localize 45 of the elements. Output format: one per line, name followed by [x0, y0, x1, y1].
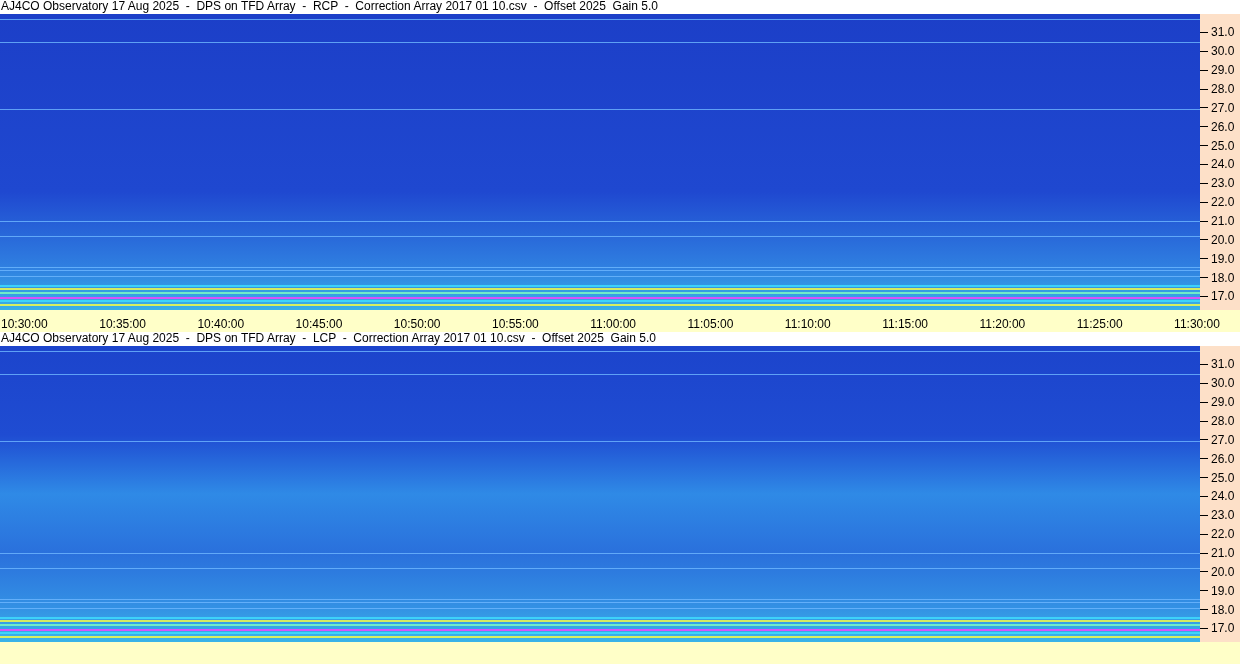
axis-label: 17.0	[1211, 621, 1235, 636]
axis-label: 29.0	[1211, 63, 1235, 78]
axis-label: 11:30:00	[1174, 317, 1220, 331]
chart-title: AJ4CO Observatory 17 Aug 2025 - DPS on TFD Array - LCP - Correction Array 2017 01 10.csv - Offset 2025 Gain 5.0	[0, 332, 1240, 346]
axis-label: 27.0	[1211, 100, 1235, 115]
axis-label: 19.0	[1211, 583, 1235, 598]
axis-label: 11:05:00	[687, 317, 734, 331]
axis-label: 30.0	[1211, 376, 1235, 391]
axis-label: 29.0	[1211, 395, 1235, 410]
axis-label: 18.0	[1211, 270, 1235, 285]
axis-label: 11:10:00	[784, 317, 831, 331]
axis-label: 22.0	[1211, 527, 1235, 542]
axis-label: 20.0	[1211, 232, 1235, 247]
axis-label: 19.0	[1211, 251, 1235, 266]
axis-label: 10:35:00	[99, 317, 146, 331]
axis-label: 28.0	[1211, 82, 1235, 96]
axis-label: 10:50:00	[393, 317, 441, 331]
axis-label: 25.0	[1211, 138, 1235, 153]
axis-label: 10:55:00	[492, 317, 539, 331]
axis-label: 21.0	[1211, 546, 1235, 560]
axis-label: 25.0	[1211, 470, 1235, 485]
axis-label: 11:25:00	[1076, 317, 1123, 331]
axis-label: 24.0	[1211, 157, 1235, 172]
chart-title: AJ4CO Observatory 17 Aug 2025 - DPS on TFD Array - RCP - Correction Array 2017 01 10.csv - Offset 2025 Gain 5.0	[0, 0, 1240, 14]
axis-label: 23.0	[1211, 176, 1235, 191]
axis-label: 11:15:00	[882, 317, 928, 331]
axis-label: 22.0	[1211, 195, 1235, 210]
axis-label: 20.0	[1211, 564, 1235, 579]
axis-label: 23.0	[1211, 508, 1235, 523]
axis-label: 24.0	[1211, 489, 1235, 504]
axis-label: 28.0	[1211, 414, 1235, 428]
axis-label: 31.0	[1211, 25, 1235, 40]
axis-label: 11:00:00	[590, 317, 637, 331]
axis-label: 10:30:00	[1, 317, 48, 331]
axis-label: 31.0	[1211, 357, 1235, 372]
axis-label: 10:40:00	[197, 317, 245, 331]
axis-label: 11:20:00	[979, 317, 1026, 331]
axis-label: 26.0	[1211, 451, 1235, 466]
axis-label: 26.0	[1211, 119, 1235, 134]
axis-label: 17.0	[1211, 289, 1235, 304]
axis-label: 10:45:00	[295, 317, 343, 331]
axis-label: 21.0	[1211, 214, 1235, 228]
axis-label: 18.0	[1211, 602, 1235, 617]
axis-label: 30.0	[1211, 44, 1235, 59]
axis-label: 27.0	[1211, 432, 1235, 447]
